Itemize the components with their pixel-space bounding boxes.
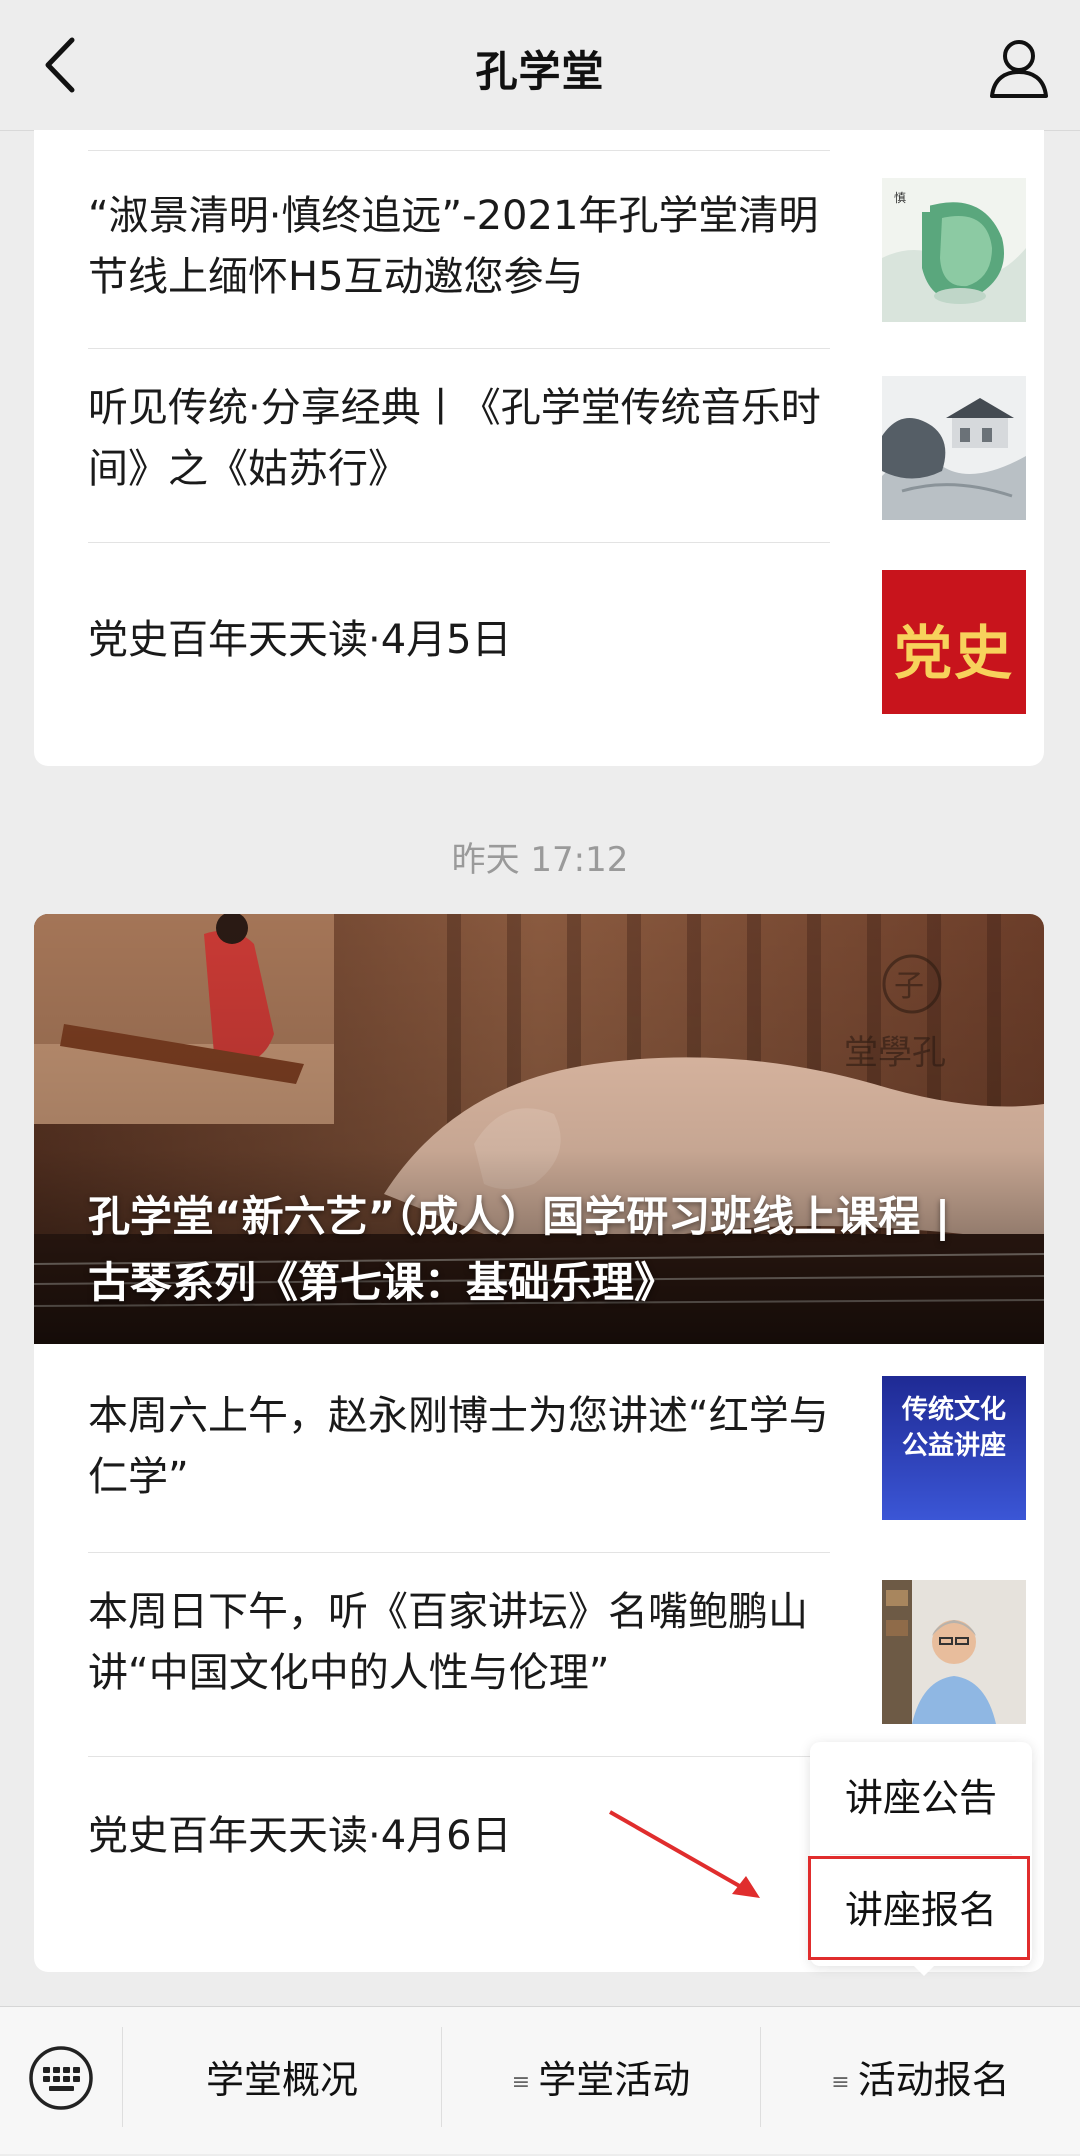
article-thumbnail: 党史 [882, 570, 1026, 714]
divider [88, 348, 830, 349]
menu-tab-label: 学堂活动 [538, 2058, 691, 2102]
annotation-highlight-box [808, 1856, 1030, 1960]
article-item[interactable]: 本周六上午，赵永刚博士为您讲述“红学与仁学” 传统文化 公益讲座 [88, 1376, 1026, 1534]
top-nav-bar: 孔学堂 [0, 0, 1080, 131]
article-title: 本周六上午，赵永刚博士为您讲述“红学与仁学” [88, 1393, 829, 1500]
menu-tab-activities[interactable]: ≡ 学堂活动 [442, 2007, 760, 2154]
menu-tab-overview[interactable]: 学堂概况 [123, 2007, 441, 2154]
divider [88, 542, 830, 543]
submenu-indicator-icon: ≡ [831, 2070, 850, 2095]
article-thumbnail: 慎 [882, 178, 1026, 322]
menu-tab-label: 学堂概况 [205, 2058, 358, 2102]
article-item[interactable]: 听见传统·分享经典丨《孔学堂传统音乐时间》之《姑苏行》 [88, 376, 1026, 526]
article-title: 党史百年天天读·4月5日 [88, 617, 512, 663]
article-item[interactable]: “淑景清明·慎终追远”-2021年孔学堂清明节线上缅怀H5互动邀您参与 慎 [88, 178, 1026, 328]
svg-text:慎: 慎 [894, 191, 906, 205]
hero-article-title: 孔学堂“新六艺”（成人）国学研习班线上课程 | 古琴系列《第七课：基础乐理》 [88, 1192, 951, 1307]
divider [88, 1756, 830, 1757]
thumbnail-text: 党史 [893, 619, 1014, 687]
submenu-pointer [912, 1964, 936, 1976]
message-timestamp: 昨天 17:12 [451, 840, 629, 880]
bottom-menu-bar: 学堂概况 ≡ 学堂活动 ≡ 活动报名 [0, 2006, 1080, 2154]
menu-tab-label: 活动报名 [857, 2058, 1010, 2102]
article-thumbnail [882, 1580, 1026, 1724]
article-title: 听见传统·分享经典丨《孔学堂传统音乐时间》之《姑苏行》 [88, 385, 821, 492]
article-item[interactable]: 党史百年天天读·4月5日 党史 [88, 570, 1026, 720]
article-item[interactable]: 本周日下午，听《百家讲坛》名嘴鲍鹏山讲“中国文化中的人性与伦理” [88, 1580, 1026, 1730]
page-title: 孔学堂 [475, 47, 605, 96]
submenu-item-lecture-notice[interactable]: 讲座公告 [810, 1742, 1032, 1854]
profile-icon[interactable] [986, 34, 1052, 100]
divider [88, 1552, 830, 1553]
keyboard-icon[interactable] [28, 2045, 94, 2111]
divider [88, 150, 830, 151]
submenu-indicator-icon: ≡ [511, 2070, 531, 2095]
submenu-popup: 讲座公告 讲座报名 [808, 1742, 1032, 1966]
annotation-arrow [609, 1810, 760, 1898]
article-title: 本周日下午，听《百家讲坛》名嘴鲍鹏山讲“中国文化中的人性与伦理” [88, 1589, 808, 1696]
menu-tab-signup[interactable]: ≡ 活动报名 [761, 2007, 1080, 2154]
article-title: “淑景清明·慎终追远”-2021年孔学堂清明节线上缅怀H5互动邀您参与 [88, 193, 819, 300]
hero-article[interactable]: 子 堂學孔 孔学堂“新六艺”（成人）国学研习班线上课程 | 古琴系列《第七课：基… [34, 914, 1044, 1344]
article-thumbnail: 传统文化 公益讲座 [882, 1376, 1026, 1520]
thumbnail-text: 传统文化 公益讲座 [901, 1395, 1006, 1461]
article-group-card: “淑景清明·慎终追远”-2021年孔学堂清明节线上缅怀H5互动邀您参与 慎 听见… [34, 130, 1044, 766]
article-thumbnail [882, 376, 1026, 520]
